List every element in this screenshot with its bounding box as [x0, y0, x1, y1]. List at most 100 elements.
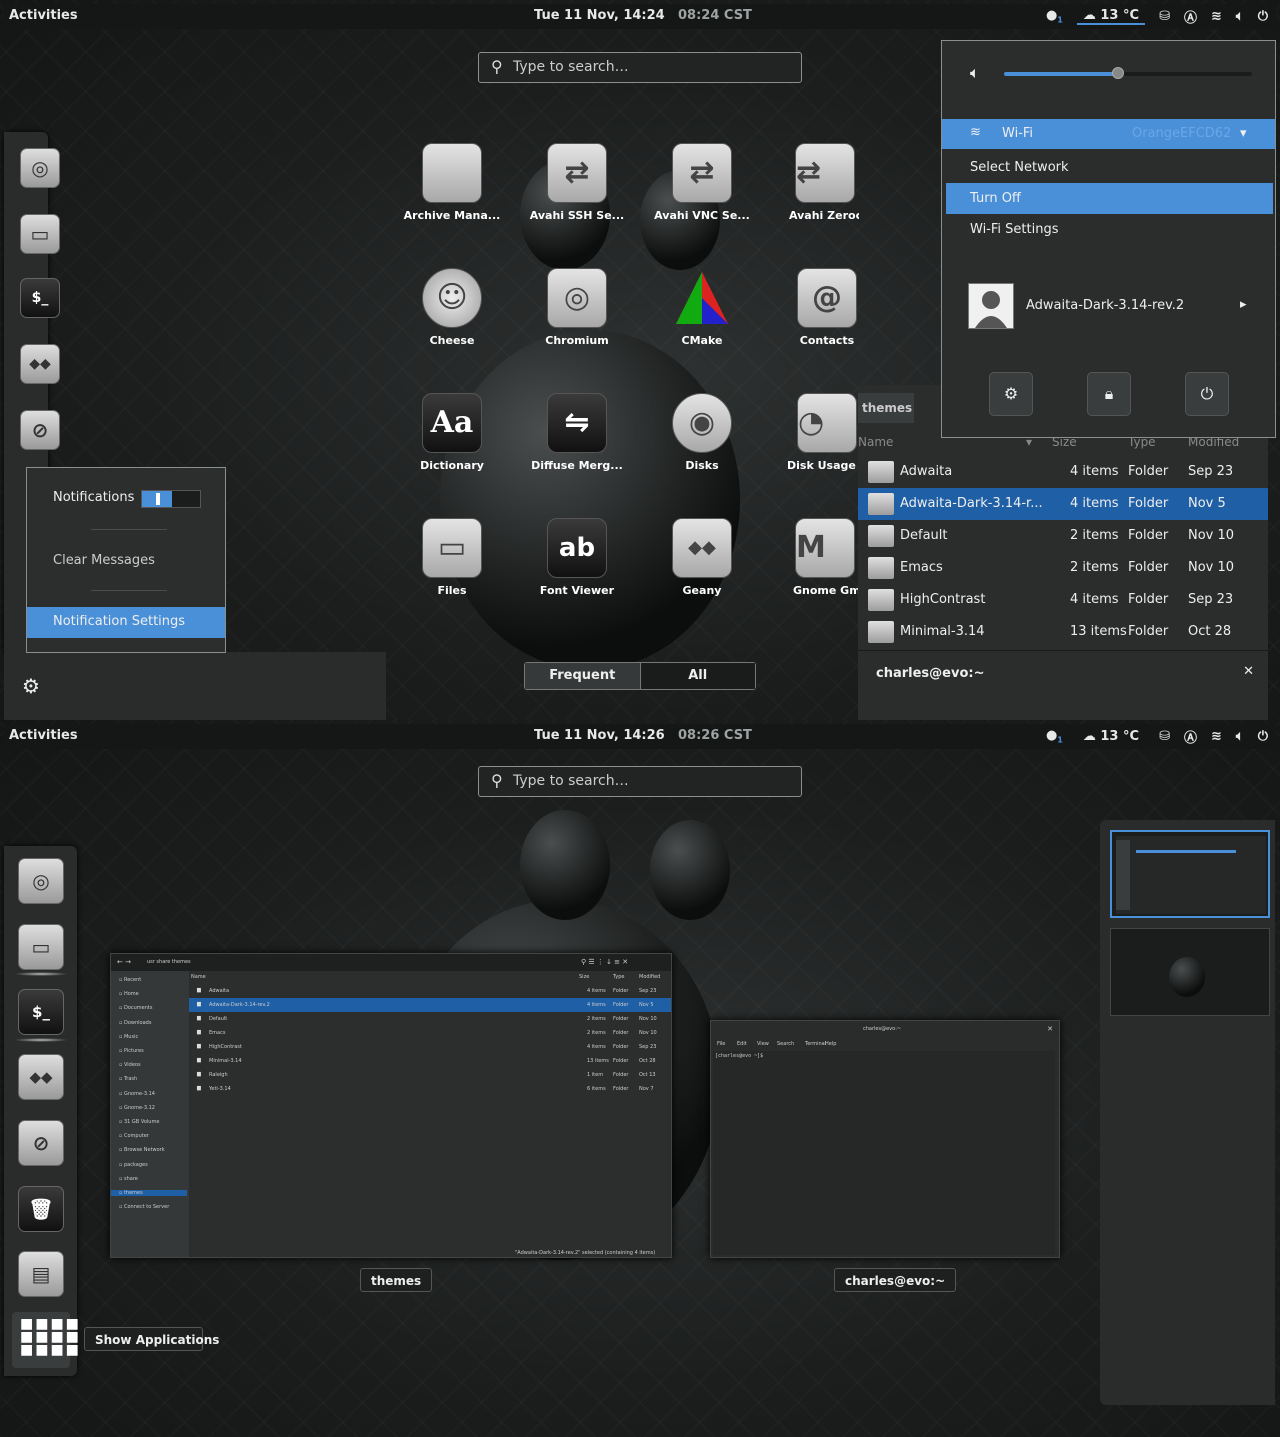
volume-icon[interactable]: 🔈︎ [1236, 729, 1244, 744]
chevron-right-icon[interactable]: ▸ [1240, 297, 1247, 312]
window-caption-terminal[interactable]: charles@evo:~ [834, 1268, 957, 1292]
clock[interactable]: Tue 11 Nov, 14:26 [534, 728, 665, 743]
notification-icon[interactable]: ●1 [1046, 8, 1063, 25]
path-button-themes[interactable]: themes [858, 393, 914, 423]
activities-button[interactable]: Activities [9, 728, 78, 743]
turn-off-item[interactable]: Turn Off [946, 183, 1273, 214]
search-input[interactable]: ⚲ Type to search… [478, 52, 802, 83]
sidebar-item[interactable]: ▫ 31 GB Volume [119, 1119, 159, 1125]
settings-button[interactable]: ⚙ [989, 372, 1033, 416]
drive-icon[interactable]: ⛁ [1159, 729, 1170, 744]
sidebar-item[interactable]: ▫ packages [119, 1162, 148, 1168]
file-row[interactable]: Minimal-3.14 13 items Folder Oct 28 [858, 616, 1268, 648]
app-chromium[interactable]: ◎ Chromium [517, 268, 637, 347]
geany-icon[interactable]: ◆◆ [18, 1054, 64, 1100]
app-cheese[interactable]: ☺ Cheese [392, 268, 512, 347]
file-row[interactable]: ▆ Raleigh 1 item Folder Oct 13 [189, 1068, 671, 1082]
terminal-body[interactable]: [charles@evo ~]$ [713, 1051, 1055, 1255]
file-row[interactable]: ▆ Minimal-3.14 13 items Folder Oct 28 [189, 1054, 671, 1068]
sidebar-item[interactable]: ▫ Documents [119, 1005, 153, 1011]
app-dictionary[interactable]: Aa Dictionary [392, 393, 512, 472]
file-row[interactable]: ▆ HighContrast 4 items Folder Sep 23 [189, 1040, 671, 1054]
notification-icon[interactable]: ●1 [1046, 728, 1063, 745]
tab-frequent[interactable]: Frequent [525, 663, 641, 689]
terminal-menu-item[interactable]: Search [777, 1041, 794, 1047]
volume-slider[interactable] [1004, 67, 1252, 79]
terminal-menu-item[interactable]: Terminal [805, 1041, 826, 1047]
weather-indicator[interactable]: ☁ 13 °C [1077, 729, 1145, 744]
files-window-thumbnail[interactable]: ← → usr share themes ⚲ ☰ ⋮ ↓ ≡ ✕ ▫ Recen… [110, 953, 672, 1258]
wifi-settings-item[interactable]: Wi-Fi Settings [946, 214, 1273, 245]
file-row[interactable]: Default 2 items Folder Nov 10 [858, 520, 1268, 552]
toolbar-icons[interactable]: ⚲ ☰ ⋮ ↓ ≡ ✕ [581, 958, 628, 966]
drive-icon[interactable]: ⛁ [1159, 9, 1170, 24]
app-font-viewer[interactable]: ab Font Viewer [517, 518, 637, 597]
col-name[interactable]: Name [191, 974, 206, 980]
app-files[interactable]: ▭ Files [392, 518, 512, 597]
keyboard-icon[interactable]: Ⓐ [1184, 7, 1197, 26]
col-size[interactable]: Size [579, 974, 589, 980]
search-input[interactable]: ⚲ Type to search… [478, 766, 802, 797]
app-avahi-vnc[interactable]: ⇄ Avahi VNC Se... [642, 143, 762, 222]
folder-icon[interactable]: ▭ [18, 924, 64, 970]
col-modified[interactable]: Modified [639, 974, 660, 980]
terminal-menu-item[interactable]: Help [825, 1041, 836, 1047]
file-row[interactable]: ▆ Default 2 items Folder Nov 10 [189, 1012, 671, 1026]
file-row[interactable]: Emacs 2 items Folder Nov 10 [858, 552, 1268, 584]
terminal-menu-item[interactable]: View [757, 1041, 769, 1047]
chromium-icon[interactable]: ◎ [18, 858, 64, 904]
file-row[interactable]: HighContrast 4 items Folder Sep 23 [858, 584, 1268, 616]
geany-icon[interactable]: ◆◆ [20, 344, 60, 384]
sidebar-item[interactable]: ▫ Gnome-3.14 [119, 1091, 155, 1097]
user-name[interactable]: Adwaita-Dark-3.14-rev.2 [1026, 298, 1184, 313]
file-row[interactable]: ▆ Adwaita-Dark-3.14-rev.2 4 items Folder Nov… [189, 998, 671, 1012]
terminal-window-thumbnail[interactable]: charles@evo:~ ✕ File Edit View Search Termin… [710, 1020, 1060, 1258]
select-network-item[interactable]: Select Network [946, 152, 1273, 183]
col-name[interactable]: Name [858, 435, 893, 449]
chromium-icon[interactable]: ◎ [20, 148, 60, 188]
app-avahi-ssh[interactable]: ⇄ Avahi SSH Se... [517, 143, 637, 222]
file-row[interactable]: Adwaita-Dark-3.14-r... 4 items Folder Nov 5 [858, 488, 1268, 520]
power-icon[interactable]: ⏻ [1258, 729, 1268, 744]
sidebar-item[interactable]: ▫ themes [111, 1190, 187, 1196]
terminal-menu-item[interactable]: Edit [737, 1041, 747, 1047]
app-avahi-zeroconf[interactable]: ⇄Avahi Zeroco... [767, 143, 859, 222]
wifi-item[interactable]: ≋ Wi-Fi OrangeEFCD62 ▾ [942, 119, 1275, 149]
compass-icon[interactable]: ⊘ [20, 410, 60, 450]
col-type[interactable]: Type [613, 974, 624, 980]
show-applications-button[interactable]: ■■■■ ■■■■ ■■■■ [12, 1312, 79, 1368]
terminal-icon[interactable]: $_ [20, 278, 60, 318]
app-cmake[interactable]: CMake [642, 268, 762, 347]
sidebar-item[interactable]: ▫ Music [119, 1034, 138, 1040]
notification-settings-item[interactable]: Notification Settings [27, 607, 225, 638]
sidebar-item[interactable]: ▫ Home [119, 991, 139, 997]
sidebar-item[interactable]: ▫ Browse Network [119, 1147, 165, 1153]
window-caption-files[interactable]: themes [360, 1268, 433, 1292]
lock-button[interactable]: 🔒︎ [1087, 372, 1131, 416]
file-row[interactable]: ▆ Adwaita 4 items Folder Sep 23 [189, 984, 671, 998]
file-row[interactable]: Adwaita 4 items Folder Sep 23 [858, 456, 1268, 488]
app-geany[interactable]: ◆◆ Geany [642, 518, 762, 597]
keyboard-icon[interactable]: Ⓐ [1184, 727, 1197, 746]
sidebar-item[interactable]: ▫ Pictures [119, 1048, 144, 1054]
path-bar[interactable]: usr share themes [147, 959, 191, 965]
clear-messages-item[interactable]: Clear Messages [53, 553, 155, 568]
wifi-icon[interactable]: ≋ [1211, 9, 1222, 24]
close-icon[interactable]: ✕ [1243, 664, 1254, 679]
power-off-button[interactable]: ⏻ [1185, 372, 1229, 416]
compass-icon[interactable]: ⊘ [18, 1120, 64, 1166]
file-row[interactable]: ▆ Emacs 2 items Folder Nov 10 [189, 1026, 671, 1040]
app-diffuse[interactable]: ⇋ Diffuse Merg... [517, 393, 637, 472]
tab-all[interactable]: All [640, 663, 755, 689]
close-icon[interactable]: ✕ [1047, 1025, 1053, 1033]
gear-icon[interactable]: ⚙ [22, 674, 40, 698]
sidebar-item[interactable]: ▫ Gnome-3.12 [119, 1105, 155, 1111]
sidebar-item[interactable]: ▫ Videos [119, 1062, 141, 1068]
activities-button[interactable]: Activities [9, 8, 78, 23]
trash-icon[interactable]: 🗑︎ [18, 1186, 64, 1232]
app-gnome-gmail[interactable]: MGnome Gmail [767, 518, 859, 597]
sidebar-item[interactable]: ▫ Connect to Server [119, 1204, 169, 1210]
workspace-1[interactable] [1110, 830, 1270, 918]
sidebar-item[interactable]: ▫ Trash [119, 1076, 137, 1082]
sidebar-item[interactable]: ▫ Computer [119, 1133, 149, 1139]
